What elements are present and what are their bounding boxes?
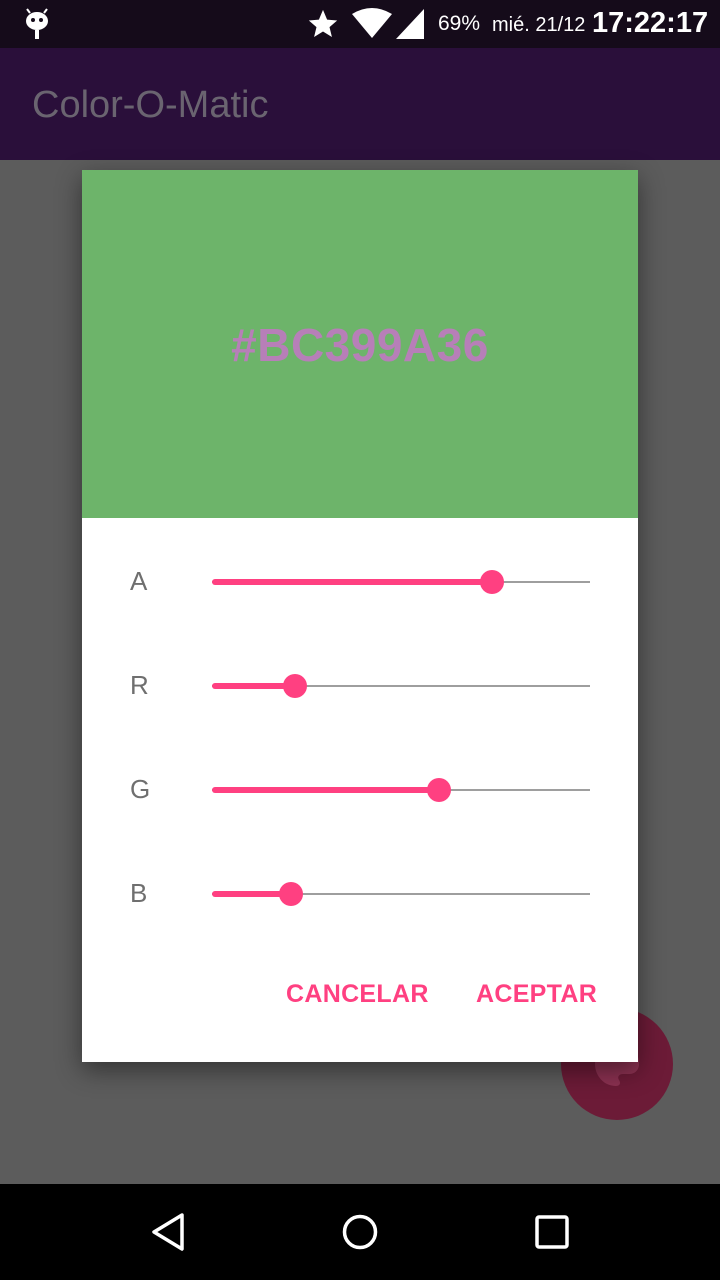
color-preview: #BC399A36 <box>82 170 638 518</box>
slider-row-b: B <box>82 864 638 924</box>
slider-label: G <box>130 774 151 804</box>
slider-thumb[interactable] <box>279 882 304 906</box>
status-time: 17:22:17 <box>592 7 709 39</box>
slider-thumb[interactable] <box>283 674 308 698</box>
app-title: Color-O-Matic <box>32 84 269 126</box>
navigation-bar <box>0 1184 720 1280</box>
home-icon[interactable] <box>340 1212 380 1252</box>
status-bar: 69% mié. 21/12 17:22:17 <box>0 0 720 48</box>
star-icon <box>308 9 338 38</box>
signal-icon <box>396 9 424 39</box>
slider-row-g: G <box>82 760 638 820</box>
slider-b[interactable] <box>212 882 590 906</box>
battery-level: 69% <box>438 12 481 35</box>
slider-label: B <box>130 878 148 908</box>
app-bar: Color-O-Matic <box>0 48 720 160</box>
recents-icon[interactable] <box>532 1212 572 1252</box>
slider-thumb[interactable] <box>479 570 504 594</box>
slider-fill <box>212 787 439 793</box>
slider-a[interactable] <box>212 570 590 594</box>
cancel-button[interactable]: CANCELAR <box>286 980 429 1009</box>
wifi-icon <box>352 8 392 38</box>
slider-label: R <box>130 670 149 700</box>
status-date: mié. 21/12 <box>492 14 586 36</box>
slider-g[interactable] <box>212 778 590 802</box>
slider-fill <box>212 579 492 585</box>
slider-row-r: R <box>82 656 638 716</box>
back-icon[interactable] <box>148 1212 188 1252</box>
slider-thumb[interactable] <box>426 778 451 802</box>
color-picker-dialog: #BC399A36 A R G B CANCELAR ACEPTAR <box>82 170 638 1062</box>
android-debug-icon <box>26 8 48 39</box>
accept-button[interactable]: ACEPTAR <box>476 980 597 1009</box>
slider-label: A <box>130 566 148 596</box>
hex-color-text: #BC399A36 <box>231 319 489 371</box>
slider-r[interactable] <box>212 674 590 698</box>
slider-row-a: A <box>82 552 638 612</box>
